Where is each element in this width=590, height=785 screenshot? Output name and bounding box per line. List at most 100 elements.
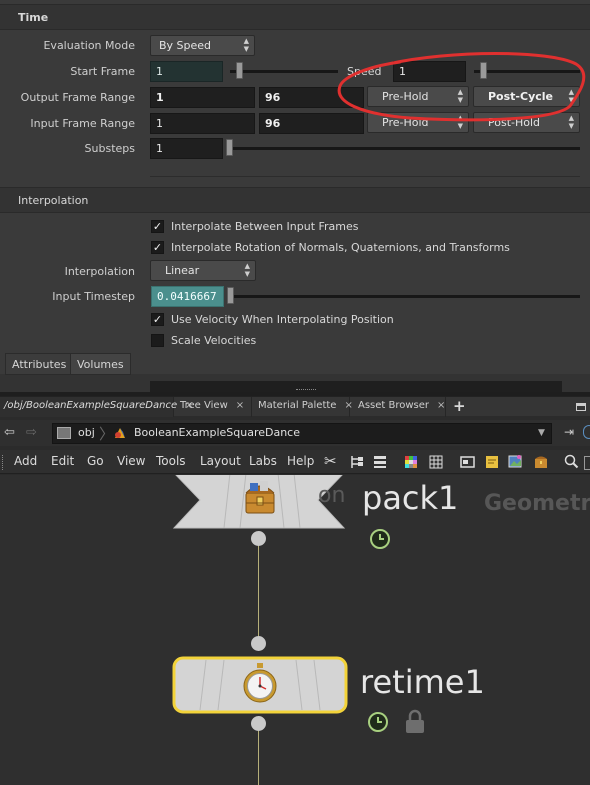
close-icon[interactable]: × — [236, 400, 244, 411]
color-palette-icon[interactable] — [404, 455, 418, 469]
interpolate-rotation-label: Interpolate Rotation of Normals, Quatern… — [171, 241, 510, 254]
input-frame-range-label: Input Frame Range — [30, 117, 135, 130]
tree-layout-icon[interactable] — [350, 455, 364, 469]
grid-icon[interactable] — [429, 455, 443, 469]
dropdown-arrows-icon: ▲ ▼ — [244, 262, 250, 278]
tab-tree-view-label: Tree View — [180, 400, 228, 411]
menu-help[interactable]: Help — [287, 454, 314, 468]
substeps-slider-track[interactable] — [230, 147, 580, 150]
path-bar: ⇦ ⇨ obj 〉 BooleanExampleSquareDance ▼ ⇥ — [0, 420, 590, 446]
interpolation-section-header[interactable]: Interpolation — [0, 187, 590, 213]
tab-volumes[interactable]: Volumes — [70, 353, 131, 375]
menu-view[interactable]: View — [117, 454, 145, 468]
path-current[interactable]: BooleanExampleSquareDance — [134, 426, 300, 439]
substeps-label: Substeps — [84, 142, 135, 155]
maximize-pane-icon[interactable] — [576, 403, 586, 411]
pack-node-name[interactable]: pack1 — [362, 479, 458, 517]
menu-grip-icon[interactable] — [2, 455, 5, 470]
pin-icon[interactable]: ⇥ — [564, 425, 574, 439]
tab-network-path[interactable]: /obj/BooleanExampleSquareDance × — [0, 397, 194, 417]
substeps-slider-handle[interactable] — [226, 139, 233, 156]
clock-flag-icon[interactable] — [367, 711, 389, 733]
add-tab-button[interactable]: + — [453, 397, 466, 415]
parameter-pane: Time Evaluation Mode By Speed ▲ ▼ Start F… — [0, 0, 590, 392]
menu-go[interactable]: Go — [87, 454, 104, 468]
search-icon[interactable] — [564, 454, 579, 469]
obj-context-icon — [57, 427, 71, 439]
path-separator-icon: 〉 — [99, 425, 115, 443]
time-section-header[interactable]: Time — [0, 4, 590, 30]
tab-material-palette-label: Material Palette — [258, 400, 337, 411]
lock-icon[interactable] — [404, 709, 426, 735]
menu-labs[interactable]: Labs — [249, 454, 277, 468]
scale-velocities-checkbox[interactable] — [151, 334, 164, 347]
interpolate-frames-label: Interpolate Between Input Frames — [171, 220, 359, 233]
network-box-icon[interactable] — [460, 455, 475, 469]
retime-input-connector[interactable] — [251, 636, 266, 651]
tab-asset-browser[interactable]: Asset Browser × — [354, 397, 446, 417]
scale-velocities-label: Scale Velocities — [171, 334, 257, 347]
time-section-title: Time — [18, 11, 49, 24]
geometry-context-label: Geometry — [484, 491, 590, 516]
close-icon[interactable]: × — [437, 400, 445, 411]
evaluation-mode-value: By Speed — [159, 39, 212, 52]
tab-attributes[interactable]: Attributes — [5, 353, 74, 375]
path-field[interactable] — [52, 423, 552, 444]
retime-output-connector[interactable] — [251, 716, 266, 731]
clock-flag-icon[interactable] — [369, 528, 391, 550]
back-arrow-icon[interactable]: ⇦ — [4, 425, 15, 440]
path-dropdown-arrow-icon[interactable]: ▼ — [538, 428, 545, 438]
attribute-field-partial[interactable] — [150, 381, 562, 392]
tools-icon[interactable]: ✂ — [324, 452, 337, 470]
evaluation-mode-dropdown[interactable]: By Speed ▲ ▼ — [150, 35, 255, 56]
network-editor[interactable]: on pack1 Geometry retime1 — [0, 475, 590, 785]
menu-tools[interactable]: Tools — [156, 454, 186, 468]
pack-ghost-label: on — [318, 483, 346, 508]
wire-pack-to-retime — [258, 538, 259, 644]
interpolation-dropdown[interactable]: Linear ▲ ▼ — [150, 260, 256, 281]
tab-network-path-label: /obj/BooleanExampleSquareDance — [4, 400, 178, 411]
interpolate-rotation-checkbox[interactable]: ✓ — [151, 241, 164, 254]
forward-arrow-icon[interactable]: ⇨ — [26, 425, 37, 440]
start-frame-label: Start Frame — [70, 65, 135, 78]
output-frame-range-label: Output Frame Range — [20, 91, 135, 104]
start-frame-slider-handle[interactable] — [236, 62, 243, 79]
input-timestep-field[interactable]: 0.0416667 — [151, 286, 224, 307]
background-image-icon[interactable] — [508, 454, 523, 469]
use-velocity-checkbox[interactable]: ✓ — [151, 313, 164, 326]
geometry-context-icon — [115, 428, 125, 438]
tab-material-palette[interactable]: Material Palette × — [254, 397, 353, 417]
tab-tree-view[interactable]: Tree View × — [176, 397, 252, 417]
asset-chest-icon[interactable] — [534, 455, 548, 469]
tab-asset-browser-label: Asset Browser — [358, 400, 430, 411]
interpolate-frames-checkbox[interactable]: ✓ — [151, 220, 164, 233]
toolbar-overflow-icon[interactable] — [584, 456, 590, 470]
treasure-chest-icon — [245, 481, 275, 514]
evaluation-mode-label: Evaluation Mode — [43, 39, 135, 52]
link-icon[interactable] — [583, 425, 590, 439]
input-frame-start-field[interactable]: 1 — [150, 113, 255, 134]
use-velocity-label: Use Velocity When Interpolating Position — [171, 313, 394, 326]
annotation-circle — [337, 52, 586, 122]
start-frame-slider-track[interactable] — [230, 70, 338, 73]
close-icon[interactable]: × — [344, 400, 352, 411]
menu-bar: Add Edit Go View Tools Layout Labs Help … — [0, 450, 590, 474]
start-frame-field[interactable]: 1 — [150, 61, 223, 82]
input-timestep-slider-track[interactable] — [230, 295, 580, 298]
path-root[interactable]: obj — [78, 426, 95, 439]
menu-layout[interactable]: Layout — [200, 454, 241, 468]
input-timestep-slider-handle[interactable] — [227, 287, 234, 304]
menu-edit[interactable]: Edit — [51, 454, 74, 468]
pack-output-connector[interactable] — [251, 531, 266, 546]
retime-node-name[interactable]: retime1 — [360, 663, 485, 701]
interpolation-value: Linear — [165, 264, 200, 277]
menu-add[interactable]: Add — [14, 454, 37, 468]
substeps-field[interactable]: 1 — [150, 138, 223, 159]
network-tab-bar: /obj/BooleanExampleSquareDance × Tree Vie… — [0, 396, 590, 417]
list-view-icon[interactable] — [373, 455, 387, 469]
stopwatch-icon — [243, 663, 277, 703]
interpolation-label: Interpolation — [64, 265, 135, 278]
sticky-note-icon[interactable] — [485, 455, 499, 469]
output-frame-start-field[interactable]: 1 — [150, 87, 255, 108]
dropdown-arrows-icon: ▲ ▼ — [243, 37, 249, 53]
